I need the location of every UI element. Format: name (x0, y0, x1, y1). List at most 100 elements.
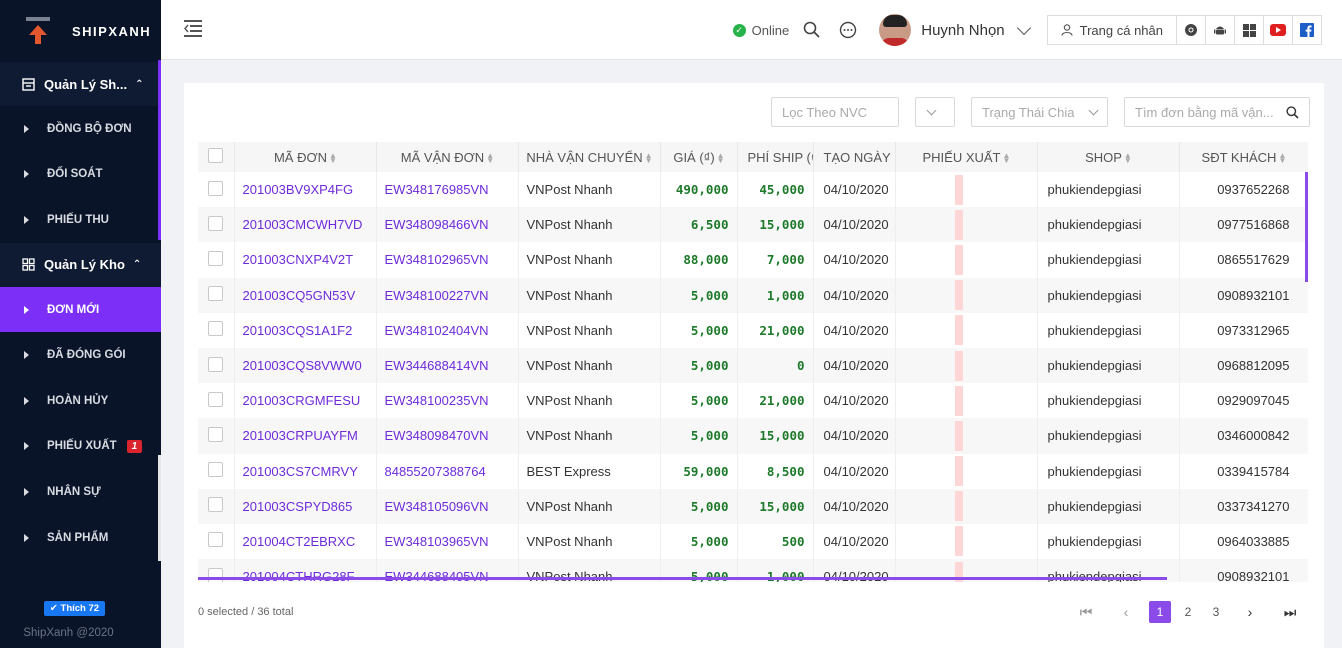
table-horizontal-scrollbar[interactable] (198, 577, 1167, 580)
tracking-code-link[interactable]: EW348102965VN (376, 242, 519, 278)
order-code-link[interactable]: 201003CQS8VWW0 (234, 347, 377, 384)
avatar[interactable] (879, 14, 912, 46)
row-checkbox-cell[interactable] (198, 277, 235, 313)
sidebar-scrollbar-track[interactable] (158, 455, 161, 561)
order-code-link[interactable]: 201003BV9XP4FG (234, 172, 377, 208)
row-checkbox[interactable] (208, 426, 224, 442)
chat-icon[interactable] (839, 21, 857, 39)
tracking-code-link[interactable]: 84855207388764 (376, 453, 519, 489)
page-3-button[interactable]: 3 (1202, 601, 1230, 623)
sidebar-group-warehouse[interactable]: Quản Lý Kho ⌃ (0, 242, 161, 287)
table-vertical-scrollbar[interactable] (1305, 172, 1308, 282)
page-2-button[interactable]: 2 (1174, 601, 1202, 623)
sidebar-item-dong-bo-don[interactable]: ĐỒNG BỘ ĐƠN (0, 106, 161, 152)
menu-fold-icon[interactable] (184, 20, 202, 37)
tracking-code-link[interactable]: EW348102404VN (376, 312, 519, 348)
tracking-code-link[interactable]: EW348100227VN (376, 277, 519, 313)
table-row[interactable]: 201003CS7CMRVY 84855207388764 BEST Express… (198, 453, 1308, 489)
sidebar-item-da-dong-goi[interactable]: ĐÃ ĐÓNG GÓI (0, 332, 161, 378)
chrome-icon[interactable] (1177, 15, 1206, 45)
row-checkbox-cell[interactable] (198, 383, 235, 419)
sort-icon[interactable]: ▲ ▼ (1278, 152, 1286, 165)
order-code-link[interactable]: 201003CMCWH7VD (234, 207, 377, 243)
table-row[interactable]: 201003CQS1A1F2 EW348102404VN VNPost Nhanh 5… (198, 312, 1308, 348)
sort-icon[interactable]: ▲ ▼ (645, 152, 653, 165)
user-name[interactable]: Huynh Nhọn (921, 22, 1004, 39)
sidebar-item-nhan-su[interactable]: NHÂN SỰ (0, 469, 161, 515)
search-icon[interactable] (1286, 105, 1299, 119)
column-header-ma-van-don[interactable]: MÃ VẬN ĐƠN ▲ ▼ (376, 142, 519, 172)
status-filter-select[interactable]: Trạng Thái Chia (971, 97, 1108, 127)
sidebar-item-hoan-huy[interactable]: HOÀN HỦY (0, 378, 161, 424)
row-checkbox[interactable] (208, 286, 224, 302)
prev-page-icon[interactable]: ‹ (1106, 601, 1146, 623)
sidebar-item-phieu-xuat[interactable]: PHIẾU XUẤT 1 (0, 424, 161, 470)
chevron-down-icon[interactable] (1016, 20, 1031, 35)
table-row[interactable]: 201003CMCWH7VD EW348098466VN VNPost Nhanh 6… (198, 207, 1308, 243)
last-page-icon[interactable]: ⏭ (1270, 601, 1310, 623)
tracking-code-link[interactable]: EW348098466VN (376, 207, 519, 243)
column-header-sdt-khach[interactable]: SĐT KHÁCH ▲ ▼ (1179, 142, 1308, 172)
sort-icon[interactable]: ▲ ▼ (1003, 152, 1011, 165)
table-row[interactable]: 201003CQ5GN53V EW348100227VN VNPost Nhanh 5… (198, 277, 1308, 313)
sort-icon[interactable]: ▲ ▼ (486, 152, 494, 165)
search-icon[interactable] (803, 21, 821, 39)
row-checkbox-cell[interactable] (198, 312, 235, 348)
table-row[interactable]: 201003CRGMFESU EW348100235VN VNPost Nhanh 5… (198, 383, 1308, 419)
profile-button[interactable]: Trang cá nhân (1046, 15, 1177, 45)
column-header-shop[interactable]: SHOP ▲ ▼ (1037, 142, 1180, 172)
table-row[interactable]: 201003CRPUAYFM EW348098470VN VNPost Nhanh 5… (198, 418, 1308, 454)
row-checkbox-cell[interactable] (198, 418, 235, 454)
tracking-code-link[interactable]: EW344688414VN (376, 347, 519, 384)
order-code-link[interactable]: 201003CRPUAYFM (234, 418, 377, 454)
row-checkbox[interactable] (208, 462, 224, 478)
order-code-link[interactable]: 201003CRGMFESU (234, 383, 377, 419)
row-checkbox[interactable] (208, 391, 224, 407)
order-code-link[interactable]: 201003CSPYD865 (234, 488, 377, 524)
tracking-code-link[interactable]: EW348105096VN (376, 488, 519, 524)
column-header-phi-ship[interactable]: PHÍ SHIP (₫ (737, 142, 814, 172)
filter-dropdown-select[interactable] (915, 97, 955, 127)
tracking-code-link[interactable]: EW348100235VN (376, 383, 519, 419)
facebook-like-button[interactable]: ✔ Thích 72 (43, 601, 106, 616)
tracking-code-link[interactable]: EW348098470VN (376, 418, 519, 454)
row-checkbox[interactable] (208, 250, 224, 266)
sort-icon[interactable]: ▲ ▼ (717, 152, 725, 165)
order-code-link[interactable]: 201003CQS1A1F2 (234, 312, 377, 348)
order-code-link[interactable]: 201003CQ5GN53V (234, 277, 377, 313)
tracking-code-link[interactable]: EW348176985VN (376, 172, 519, 208)
carrier-filter-select[interactable]: Lọc Theo NVC (771, 97, 899, 127)
row-checkbox[interactable] (208, 180, 224, 196)
sort-icon[interactable]: ▲ ▼ (329, 152, 337, 165)
select-all-checkbox[interactable] (208, 148, 224, 163)
row-checkbox[interactable] (208, 356, 224, 372)
row-checkbox[interactable] (208, 215, 224, 231)
row-checkbox[interactable] (208, 497, 224, 513)
order-code-link[interactable]: 201003CNXP4V2T (234, 242, 377, 278)
first-page-icon[interactable]: ⏮ (1066, 601, 1106, 623)
row-checkbox-cell[interactable] (198, 523, 235, 560)
select-all-checkbox-cell[interactable] (198, 142, 235, 172)
brand[interactable]: SHIPXANH (0, 0, 161, 62)
row-checkbox-cell[interactable] (198, 453, 235, 489)
next-page-icon[interactable]: › (1230, 601, 1270, 623)
table-row[interactable]: 201003CQS8VWW0 EW344688414VN VNPost Nhanh 5… (198, 347, 1308, 384)
row-checkbox-cell[interactable] (198, 172, 235, 208)
row-checkbox[interactable] (208, 321, 224, 337)
order-search-input[interactable]: Tìm đơn bằng mã vận... (1124, 97, 1310, 127)
sort-icon[interactable]: ▲ ▼ (1124, 152, 1132, 165)
column-header-tao-ngay[interactable]: TẠO NGÀY (813, 142, 896, 172)
windows-icon[interactable] (1235, 15, 1264, 45)
facebook-icon[interactable] (1293, 15, 1322, 45)
tracking-code-link[interactable]: EW348103965VN (376, 523, 519, 560)
table-row[interactable]: 201003CSPYD865 EW348105096VN VNPost Nhanh 5… (198, 488, 1308, 524)
sidebar-group-shipping[interactable]: Quản Lý Sh... ⌃ (0, 62, 161, 106)
sidebar-item-doi-soat[interactable]: ĐỐI SOÁT (0, 152, 161, 198)
sidebar-item-san-pham[interactable]: SẢN PHẨM (0, 515, 161, 561)
row-checkbox-cell[interactable] (198, 207, 235, 243)
row-checkbox[interactable] (208, 532, 224, 548)
android-icon[interactable] (1206, 15, 1235, 45)
table-row[interactable]: 201004CT2EBRXC EW348103965VN VNPost Nhanh 5… (198, 523, 1308, 560)
column-header-phieu-xuat[interactable]: PHIẾU XUẤT ▲ ▼ (895, 142, 1038, 172)
sidebar-item-don-moi[interactable]: ĐƠN MỚI (0, 286, 161, 333)
